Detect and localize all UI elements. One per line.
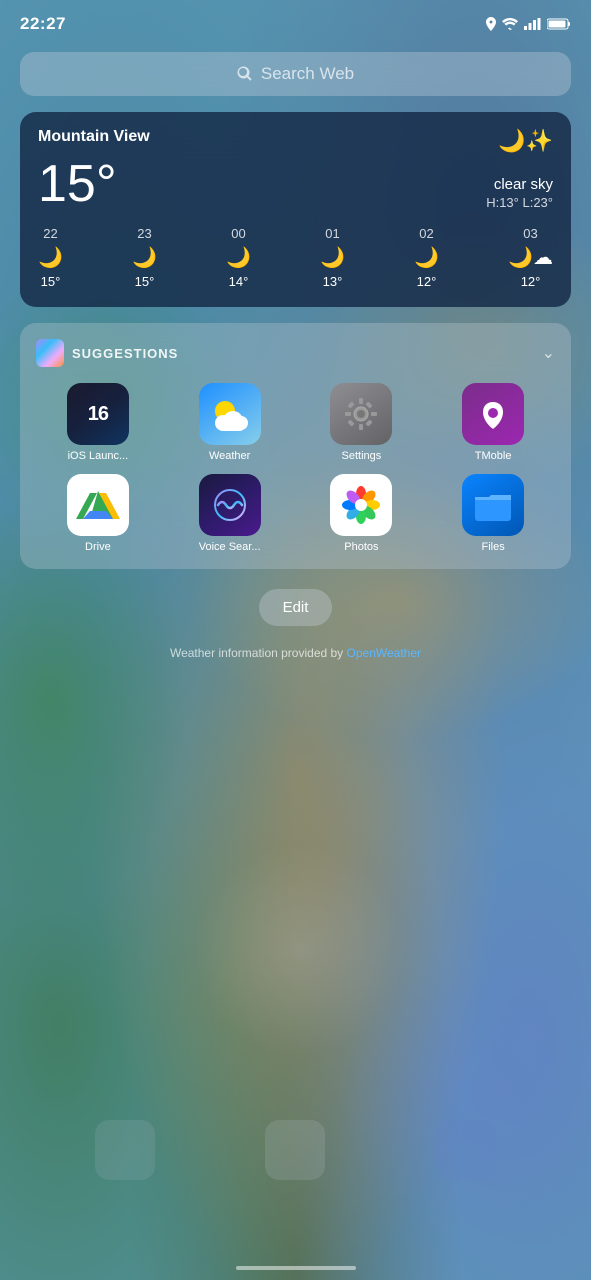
weather-hour-icon: 🌙☁ [508, 245, 553, 270]
bottom-apps-row [0, 1120, 591, 1180]
settings-app-icon [330, 383, 392, 445]
app-item-weather[interactable]: Weather [168, 383, 292, 462]
tmoble-app-icon [462, 383, 524, 445]
weather-hour-temp: 13° [323, 274, 343, 289]
siri-icon [36, 339, 64, 367]
weather-hour-temp: 12° [521, 274, 541, 289]
weather-hourly: 22 🌙 15° 23 🌙 15° 00 🌙 14° 01 🌙 13° 02 🌙… [38, 226, 553, 289]
app-label: Drive [85, 541, 111, 553]
search-bar-container: Search Web [0, 44, 591, 112]
ios-launcher-app-icon: 16 [67, 383, 129, 445]
drive-svg [76, 485, 120, 525]
bottom-app-2 [265, 1120, 325, 1180]
edit-button[interactable]: Edit [259, 589, 333, 626]
weather-hour-item: 22 🌙 15° [38, 226, 63, 289]
weather-hour-time: 22 [43, 226, 57, 241]
weather-hour-icon: 🌙 [414, 245, 439, 270]
weather-hour-temp: 15° [135, 274, 155, 289]
weather-hour-temp: 15° [41, 274, 61, 289]
app-label: Weather [209, 450, 250, 462]
files-svg [473, 487, 513, 523]
weather-hour-item: 03 🌙☁ 12° [508, 226, 553, 289]
siri-logo [36, 339, 64, 367]
suggestions-title: SUGGESTIONS [72, 346, 178, 361]
app-item-ios-launcher[interactable]: 16 iOS Launc... [36, 383, 160, 462]
app-label: Files [482, 541, 505, 553]
search-bar[interactable]: Search Web [20, 52, 571, 96]
weather-hour-time: 03 [523, 226, 537, 241]
app-label: TMoble [475, 450, 512, 462]
weather-hour-item: 00 🌙 14° [226, 226, 251, 289]
battery-icon [547, 18, 571, 30]
weather-high: H:13° [486, 195, 519, 210]
weather-location: Mountain View [38, 128, 150, 146]
app-label: iOS Launc... [68, 450, 129, 462]
weather-hour-item: 01 🌙 13° [320, 226, 345, 289]
app-item-drive[interactable]: Drive [36, 474, 160, 553]
app-item-tmoble[interactable]: TMoble [431, 383, 555, 462]
settings-svg [342, 395, 380, 433]
weather-temperature: 15° [38, 158, 117, 210]
app-label: Settings [342, 450, 382, 462]
suggestions-title-row: SUGGESTIONS [36, 339, 178, 367]
app-item-settings[interactable]: Settings [300, 383, 424, 462]
weather-widget[interactable]: Mountain View 🌙✨ 15° clear sky H:13° L:2… [20, 112, 571, 307]
app-item-files[interactable]: Files [431, 474, 555, 553]
status-bar: 22:27 [0, 0, 591, 44]
weather-hour-icon: 🌙 [38, 245, 63, 270]
photos-app-icon [330, 474, 392, 536]
weather-hour-time: 02 [419, 226, 433, 241]
home-indicator [236, 1266, 356, 1270]
tmoble-svg [473, 394, 513, 434]
wifi-icon [502, 18, 518, 30]
footer-text: Weather information provided by OpenWeat… [0, 646, 591, 660]
weather-hour-item: 23 🌙 15° [132, 226, 157, 289]
chevron-down-icon[interactable]: ⌄ [542, 343, 555, 363]
suggestions-widget: SUGGESTIONS ⌄ 16 iOS Launc... Weather [20, 323, 571, 569]
app-item-photos[interactable]: Photos [300, 474, 424, 553]
weather-moon-icon: 🌙✨ [498, 128, 553, 154]
weather-hour-icon: 🌙 [132, 245, 157, 270]
weather-header: Mountain View 🌙✨ [38, 128, 553, 154]
siri-wave-svg [210, 485, 250, 525]
location-icon [486, 17, 496, 31]
weather-hl: H:13° L:23° [486, 195, 553, 210]
app-label: Voice Sear... [199, 541, 261, 553]
weather-hour-time: 01 [325, 226, 339, 241]
openweather-link[interactable]: OpenWeather [347, 646, 422, 660]
app-label: Photos [344, 541, 378, 553]
suggestions-header: SUGGESTIONS ⌄ [36, 339, 555, 367]
photos-svg [339, 483, 383, 527]
weather-hour-temp: 12° [417, 274, 437, 289]
bottom-app-1 [95, 1120, 155, 1180]
search-icon [237, 66, 253, 82]
weather-svg [205, 389, 255, 439]
weather-app-icon [199, 383, 261, 445]
app-item-voice-search[interactable]: Voice Sear... [168, 474, 292, 553]
status-icons [486, 17, 571, 31]
weather-low: L:23° [522, 195, 553, 210]
weather-hour-icon: 🌙 [320, 245, 345, 270]
weather-right: clear sky H:13° L:23° [486, 176, 553, 210]
edit-button-container: Edit [0, 589, 591, 626]
weather-hour-time: 23 [137, 226, 151, 241]
weather-main: 15° clear sky H:13° L:23° [38, 158, 553, 210]
weather-condition: clear sky [486, 176, 553, 193]
apps-grid: 16 iOS Launc... Weather [36, 383, 555, 553]
weather-hour-time: 00 [231, 226, 245, 241]
drive-app-icon [67, 474, 129, 536]
status-time: 22:27 [20, 14, 66, 34]
files-app-icon [462, 474, 524, 536]
bottom-app-3 [436, 1120, 496, 1180]
voice-search-app-icon [199, 474, 261, 536]
footer-prefix: Weather information provided by [170, 646, 347, 660]
weather-hour-item: 02 🌙 12° [414, 226, 439, 289]
signal-icon [524, 18, 541, 30]
weather-hour-icon: 🌙 [226, 245, 251, 270]
search-placeholder: Search Web [261, 64, 354, 84]
weather-hour-temp: 14° [229, 274, 249, 289]
